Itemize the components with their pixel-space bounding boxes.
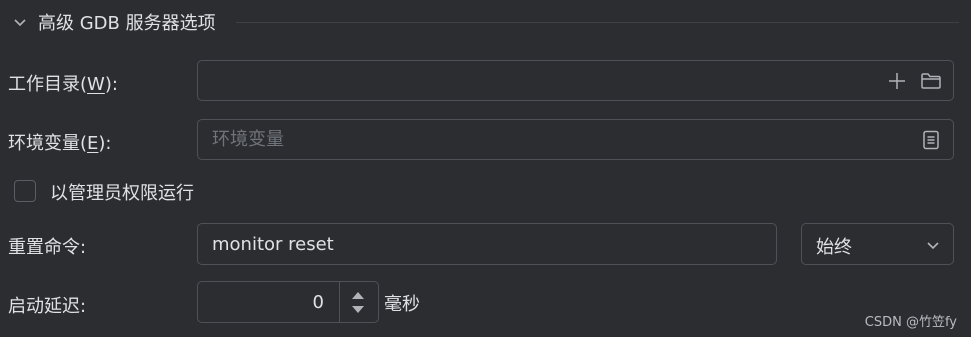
reset-mode-value: 始终 — [816, 237, 852, 258]
reset-command-field[interactable] — [197, 223, 777, 265]
run-as-admin-checkbox[interactable] — [14, 180, 36, 202]
startup-delay-unit: 毫秒 — [384, 294, 420, 315]
startup-delay-spinner[interactable] — [197, 281, 379, 323]
plus-icon[interactable] — [885, 69, 909, 93]
reset-command-label: 重置命令: — [8, 237, 87, 258]
working-dir-input[interactable] — [210, 61, 873, 100]
spin-up-icon[interactable] — [348, 289, 368, 301]
env-vars-input[interactable] — [210, 120, 873, 159]
startup-delay-label: 启动延迟: — [8, 296, 87, 317]
folder-icon[interactable] — [919, 69, 943, 93]
reset-command-input[interactable] — [210, 224, 764, 264]
reset-mode-dropdown[interactable]: 始终 — [801, 223, 954, 265]
startup-delay-input[interactable] — [210, 282, 332, 322]
working-dir-field[interactable] — [197, 60, 954, 101]
env-vars-field[interactable] — [197, 119, 954, 160]
list-document-icon[interactable] — [919, 128, 943, 152]
section-header[interactable]: 高级 GDB 服务器选项 — [0, 0, 971, 44]
section-title: 高级 GDB 服务器选项 — [38, 13, 216, 34]
chevron-down-icon — [927, 242, 939, 250]
env-vars-label: 环境变量(E): — [8, 133, 112, 154]
working-dir-label: 工作目录(W): — [8, 74, 118, 95]
run-as-admin-label[interactable]: 以管理员权限运行 — [50, 179, 194, 205]
watermark: CSDN @竹笠fy — [864, 315, 957, 330]
spinner-divider — [339, 282, 340, 322]
chevron-down-icon[interactable] — [12, 14, 28, 30]
spin-down-icon[interactable] — [348, 304, 368, 316]
section-divider — [236, 22, 959, 23]
